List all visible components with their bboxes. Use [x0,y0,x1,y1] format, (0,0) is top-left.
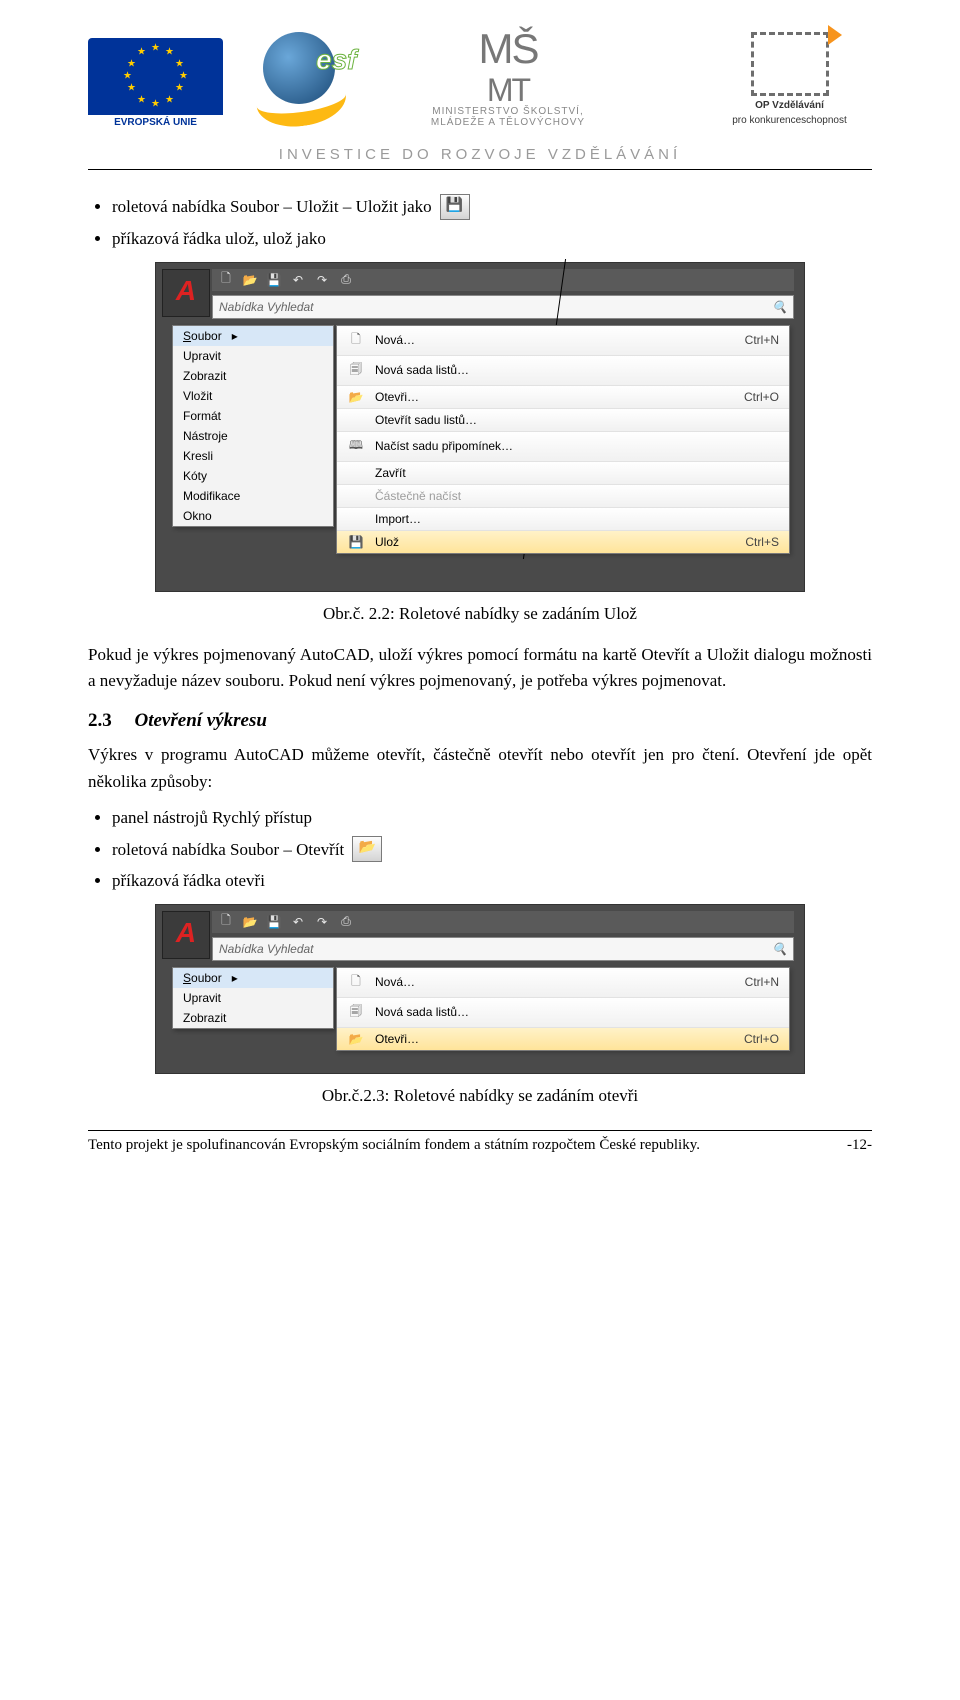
page-number: -12- [847,1137,872,1154]
msmt-line-2: MLÁDEŽE A TĚLOVÝCHOVY [418,117,598,128]
sub-item-otevri: 📂Otevři…Ctrl+O [337,1027,789,1050]
header-logos: ★ ★ ★ ★ ★ ★ ★ ★ ★ ★ ★ ★ EVROPSKÁ UNIE es… [88,30,872,140]
bullets-mid: panel nástrojů Rychlý přístup roletová n… [112,805,872,894]
qat-new-icon: 🗋 [218,911,234,932]
figure-caption-1: Obr.č. 2.2: Roletové nabídky se zadáním … [88,604,872,624]
quick-access-toolbar: 🗋 📂 💾 ↶ ↷ ⎙ [212,911,794,933]
menu-label: oubor [191,329,222,343]
screenshot-autocad-menu-otevri: A 🗋 📂 💾 ↶ ↷ ⎙ Nabídka Vyhledat 🔍 Soubor … [155,904,805,1074]
op-line-2: pro konkurenceschopnost [707,115,872,126]
search-icon: 🔍 [772,297,787,317]
header-divider [88,169,872,170]
menu-upravit: Upravit [173,346,333,366]
sub-item-otevrit-sadu: Otevřít sadu listů… [337,408,789,431]
menu-nastroje: Nástroje [173,426,333,446]
autocad-app-icon: A [162,269,210,317]
qat-redo-icon: ↷ [314,273,330,287]
bullet-item: roletová nabídka Soubor – Otevřít 📂 [112,836,872,862]
menu-koty: Kóty [173,466,333,486]
menu-format: Formát [173,406,333,426]
sheet-set-icon: 🗐 [347,360,365,381]
bullet-item: panel nástrojů Rychlý přístup [112,805,872,831]
section-title: Otevření výkresu [135,710,267,731]
qat-save-icon: 💾 [266,915,282,929]
qat-print-icon: ⎙ [338,272,354,287]
qat-redo-icon: ↷ [314,915,330,929]
menu-kresli: Kresli [173,446,333,466]
sub-item-nova: 🗋Nová…Ctrl+N [337,326,789,355]
sub-item-castecne-nac: Částečně načíst [337,484,789,507]
paragraph-2: Výkres v programu AutoCAD můžeme otevřít… [88,742,872,795]
search-placeholder: Nabídka Vyhledat [219,297,314,317]
menu-zobrazit: Zobrazit [173,366,333,386]
sub-item-nova: 🗋Nová…Ctrl+N [337,968,789,997]
save-icon: 💾 [440,194,470,220]
figure-caption-2: Obr.č.2.3: Roletové nabídky se zadáním o… [88,1086,872,1106]
save-icon: 💾 [347,535,365,549]
footer-text: Tento projekt je spolufinancován Evropsk… [88,1137,700,1153]
qat-undo-icon: ↶ [290,273,306,287]
sub-item-import: Import… [337,507,789,530]
bullet-text: roletová nabídka Soubor – Uložit – Uloži… [112,194,432,220]
menu-soubor: Soubor ▸ [173,326,333,346]
screenshot-autocad-menu-uloz: A 🗋 📂 💾 ↶ ↷ ⎙ Nabídka Vyhledat 🔍 Soubor … [155,262,805,592]
open-icon: 📂 [347,1032,365,1046]
msmt-icon: MŠMT [418,30,598,106]
menu-upravit: Upravit [173,988,333,1008]
search-placeholder: Nabídka Vyhledat [219,939,314,959]
bullets-top: roletová nabídka Soubor – Uložit – Uloži… [112,194,872,252]
paragraph-1: Pokud je výkres pojmenovaný AutoCAD, ulo… [88,642,872,695]
menu-search: Nabídka Vyhledat 🔍 [212,295,794,319]
menu-modifikace: Modifikace [173,486,333,506]
menu-bar-list: Soubor ▸ Upravit Zobrazit [172,967,334,1029]
msmt-logo: MŠMT MINISTERSTVO ŠKOLSTVÍ, MLÁDEŽE A TĚ… [418,30,598,128]
esf-logo-icon: esf [238,30,378,130]
bullet-item: příkazová řádka otevři [112,868,872,894]
footer: Tento projekt je spolufinancován Evropsk… [88,1137,872,1154]
eu-flag-icon: ★ ★ ★ ★ ★ ★ ★ ★ ★ ★ ★ ★ EVROPSKÁ UNIE [88,38,223,128]
sub-item-nova-sada: 🗐Nová sada listů… [337,355,789,385]
qat-open-icon: 📂 [242,915,258,929]
autocad-app-icon: A [162,911,210,959]
qat-open-icon: 📂 [242,273,258,287]
search-icon: 🔍 [772,939,787,959]
section-heading-2-3: 2.3 Otevření výkresu [88,710,872,732]
eu-label: EVROPSKÁ UNIE [88,115,223,130]
submenu-soubor: 🗋Nová…Ctrl+N 🗐Nová sada listů… 📂Otevři…C… [336,325,790,554]
sub-item-nacist-pripominky: 🕮Načíst sadu připomínek… [337,431,789,461]
menu-soubor: Soubor ▸ [173,968,333,988]
quick-access-toolbar: 🗋 📂 💾 ↶ ↷ ⎙ [212,269,794,291]
menu-vlozit: Vložit [173,386,333,406]
msmt-line-1: MINISTERSTVO ŠKOLSTVÍ, [418,106,598,117]
markup-icon: 🕮 [347,436,365,457]
op-logo: OP Vzdělávání pro konkurenceschopnost [707,32,872,126]
qat-new-icon: 🗋 [218,269,234,290]
footer-divider [88,1130,872,1131]
open-icon: 📂 [352,836,382,862]
file-new-icon: 🗋 [347,330,365,351]
menu-search: Nabídka Vyhledat 🔍 [212,937,794,961]
sub-item-uloz: 💾UložCtrl+S [337,530,789,553]
sheet-set-icon: 🗐 [347,1002,365,1023]
bullet-item: příkazová řádka ulož, ulož jako [112,226,872,252]
op-line-1: OP Vzdělávání [707,100,872,111]
sub-item-otevri: 📂Otevři…Ctrl+O [337,385,789,408]
menu-zobrazit: Zobrazit [173,1008,333,1028]
tagline: INVESTICE DO ROZVOJE VZDĚLÁVÁNÍ [88,146,872,163]
menu-bar-list: Soubor ▸ Upravit Zobrazit Vložit Formát … [172,325,334,527]
bullet-text: příkazová řádka ulož, ulož jako [112,229,326,248]
menu-okno: Okno [173,506,333,526]
submenu-soubor: 🗋Nová…Ctrl+N 🗐Nová sada listů… 📂Otevři…C… [336,967,790,1051]
sub-item-nova-sada: 🗐Nová sada listů… [337,997,789,1027]
qat-print-icon: ⎙ [338,914,354,929]
bullet-item: roletová nabídka Soubor – Uložit – Uloži… [112,194,872,220]
open-icon: 📂 [347,390,365,404]
sub-item-zavrit: Zavřít [337,461,789,484]
file-new-icon: 🗋 [347,972,365,993]
section-number: 2.3 [88,710,112,731]
qat-save-icon: 💾 [266,273,282,287]
qat-undo-icon: ↶ [290,915,306,929]
op-shape-icon [751,32,829,96]
